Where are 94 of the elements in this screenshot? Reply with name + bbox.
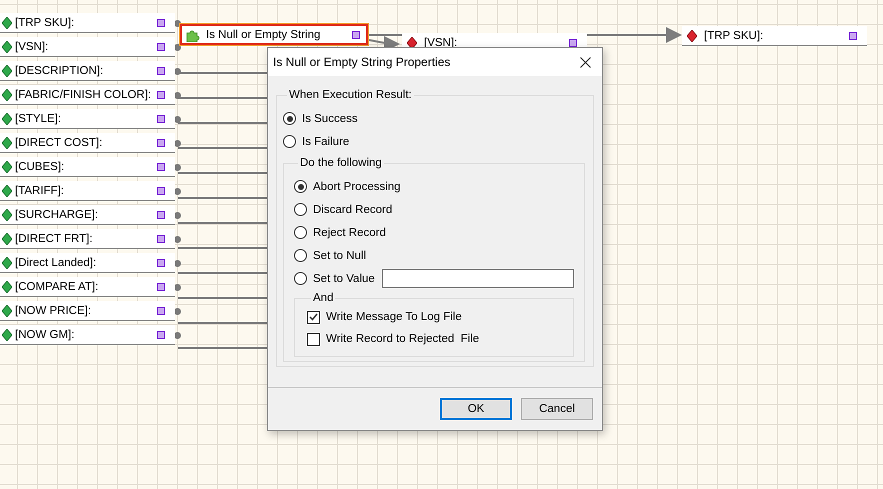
check-icon — [309, 313, 318, 321]
port-icon[interactable] — [157, 90, 165, 98]
port-icon[interactable] — [157, 42, 165, 50]
port-icon[interactable] — [157, 306, 165, 314]
diamond-icon — [2, 280, 12, 292]
diamond-icon — [2, 40, 12, 52]
radio-button[interactable] — [294, 203, 307, 216]
port-icon[interactable] — [157, 66, 165, 74]
source-field-node[interactable]: [FABRIC/FINISH COLOR]: — [0, 85, 175, 105]
field-label: [NOW PRICE]: — [15, 304, 92, 316]
radio-button[interactable] — [294, 272, 307, 285]
option-label: Is Success — [302, 112, 358, 124]
field-label: [VSN]: — [15, 40, 50, 52]
puzzle-icon — [186, 28, 201, 42]
function-node[interactable]: Is Null or Empty String — [180, 24, 368, 45]
source-field-node[interactable]: [TARIFF]: — [0, 181, 175, 201]
diamond-icon — [687, 30, 697, 42]
value-input-field[interactable] — [382, 269, 574, 288]
source-field-node[interactable]: [NOW GM]: — [0, 325, 175, 345]
checkbox[interactable] — [307, 332, 320, 346]
field-label: [DIRECT FRT]: — [15, 232, 94, 244]
diamond-icon — [2, 112, 12, 124]
diamond-icon — [2, 256, 12, 268]
port-icon[interactable] — [157, 186, 165, 194]
source-field-node[interactable]: [NOW PRICE]: — [0, 301, 175, 321]
port-icon[interactable] — [157, 330, 165, 338]
source-field-node[interactable]: [STYLE]: — [0, 109, 175, 129]
radio-button[interactable] — [294, 180, 307, 193]
diamond-icon — [2, 88, 12, 100]
port-icon[interactable] — [157, 234, 165, 242]
field-label: [COMPARE AT]: — [15, 280, 100, 292]
option-label: Reject Record — [313, 226, 386, 238]
field-label: [TRP SKU]: — [15, 16, 76, 28]
port-icon[interactable] — [157, 258, 165, 266]
field-label: [TRP SKU]: — [704, 30, 764, 42]
source-field-node[interactable]: [Direct Landed]: — [0, 253, 175, 273]
field-label: [NOW GM]: — [15, 328, 76, 340]
option-label: Set to Null — [313, 250, 366, 262]
diamond-icon — [2, 64, 12, 76]
option-label: Write Record to Rejected File — [326, 333, 480, 345]
port-icon[interactable] — [849, 32, 857, 40]
port-icon[interactable] — [157, 18, 165, 26]
diamond-icon — [2, 136, 12, 148]
dialog-title: Is Null or Empty String Properties — [273, 55, 450, 69]
function-label: Is Null or Empty String — [206, 28, 322, 40]
diamond-icon — [2, 208, 12, 220]
option-label: Set to Value — [313, 272, 375, 284]
dialog-button[interactable]: OK — [440, 398, 512, 420]
target-field-node[interactable]: [TRP SKU]: — [682, 26, 867, 46]
radio-button[interactable] — [283, 112, 296, 125]
source-field-node[interactable]: [TRP SKU]: — [0, 13, 175, 33]
field-label: [DESCRIPTION]: — [15, 64, 104, 76]
field-label: [SURCHARGE]: — [15, 208, 100, 220]
checkbox[interactable] — [307, 310, 320, 324]
diamond-icon — [2, 304, 12, 316]
group-label: Do the following — [299, 157, 383, 169]
port-icon[interactable] — [157, 162, 165, 170]
diamond-icon — [2, 160, 12, 172]
field-label: [TARIFF]: — [15, 184, 65, 196]
port-icon[interactable] — [157, 282, 165, 290]
diamond-icon — [2, 16, 12, 28]
option-label: Write Message To Log File — [326, 311, 462, 323]
source-field-node[interactable]: [DIRECT COST]: — [0, 133, 175, 153]
diamond-icon — [2, 232, 12, 244]
source-field-node[interactable]: [COMPARE AT]: — [0, 277, 175, 297]
port-icon[interactable] — [569, 38, 577, 46]
source-field-node[interactable]: [DIRECT FRT]: — [0, 229, 175, 249]
source-field-node[interactable]: [SURCHARGE]: — [0, 205, 175, 225]
field-label: [STYLE]: — [15, 112, 62, 124]
source-field-node[interactable]: [CUBES]: — [0, 157, 175, 177]
option-label: Discard Record — [313, 204, 392, 216]
field-label: [DIRECT COST]: — [15, 136, 104, 148]
diamond-icon — [2, 184, 12, 196]
port-icon[interactable] — [157, 210, 165, 218]
option-label: Abort Processing — [313, 180, 401, 192]
field-label: [Direct Landed]: — [15, 256, 98, 268]
source-field-node[interactable]: [DESCRIPTION]: — [0, 61, 175, 81]
radio-button[interactable] — [294, 226, 307, 239]
close-icon — [580, 56, 590, 68]
field-label: [CUBES]: — [15, 160, 66, 172]
group-label: And — [312, 292, 334, 304]
field-label: [FABRIC/FINISH COLOR]: — [15, 88, 152, 100]
port-icon[interactable] — [352, 30, 360, 38]
group-label: When Execution Result: — [288, 89, 413, 101]
source-field-node[interactable]: [VSN]: — [0, 37, 175, 57]
close-button[interactable] — [577, 54, 593, 70]
radio-button[interactable] — [283, 135, 296, 148]
port-icon[interactable] — [157, 114, 165, 122]
port-icon[interactable] — [157, 138, 165, 146]
radio-button[interactable] — [294, 249, 307, 262]
dialog-button[interactable]: Cancel — [521, 398, 593, 420]
option-label: Is Failure — [302, 136, 350, 148]
diamond-icon — [2, 328, 12, 340]
diamond-icon — [407, 36, 417, 48]
